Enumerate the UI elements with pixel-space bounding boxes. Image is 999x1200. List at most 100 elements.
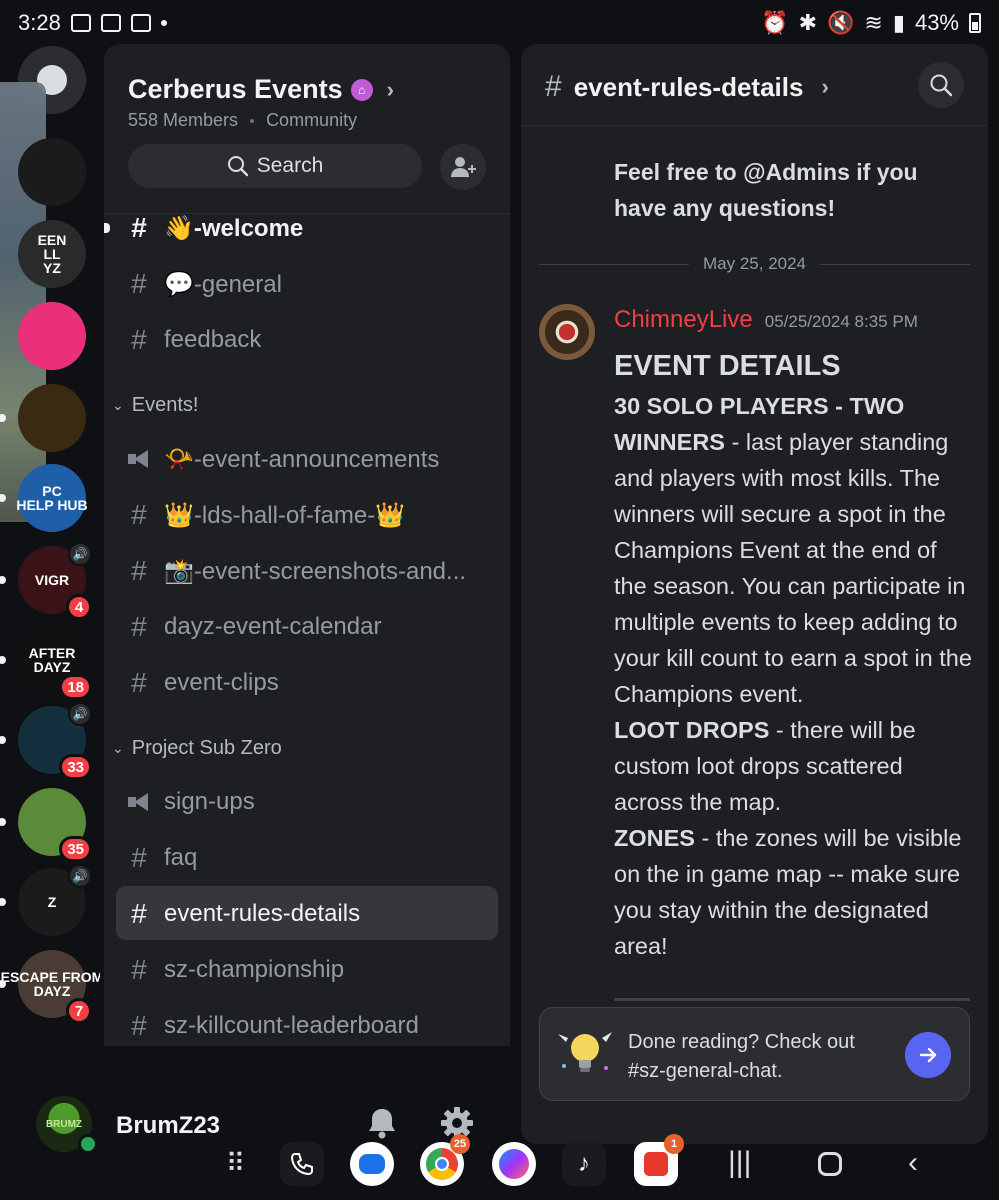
bluetooth-icon: ✱ — [798, 10, 817, 35]
mention-badge: 4 — [66, 594, 92, 620]
status-bar: 3:28 ⏰ ✱ 🔇 ≋ ▮ 43% — [0, 0, 999, 46]
system-nav-bar: ⠿ 25 ♪ 1 ||| ‹ — [0, 1134, 999, 1200]
server-icon-label: EEN LL YZ — [37, 232, 67, 276]
channel-label: 👑-lds-hall-of-fame-👑 — [164, 501, 406, 529]
search-button[interactable]: Search — [128, 144, 422, 188]
voice-active-icon: 🔊 — [68, 864, 92, 888]
twitch-icon — [100, 14, 121, 32]
search-icon — [930, 74, 953, 97]
hash-icon: # — [131, 898, 147, 929]
messenger-app-icon[interactable] — [492, 1142, 536, 1186]
server-icon-ghost-server[interactable] — [18, 138, 86, 206]
message-heading: EVENT DETAILS — [614, 350, 841, 382]
gallery-icon — [70, 14, 91, 32]
channel-feedback[interactable]: # feedback — [128, 318, 261, 362]
tiktok-app-icon[interactable]: ♪ — [562, 1142, 606, 1186]
server-icon-atom-server[interactable]: 🔊 33 — [18, 702, 92, 780]
author-name[interactable]: ChimneyLive — [614, 306, 753, 334]
chevron-down-icon: ⌄ — [112, 740, 124, 756]
channel-lds-hall-of-fame[interactable]: # 👑-lds-hall-of-fame-👑 — [128, 493, 405, 537]
notification-dot-icon — [160, 20, 167, 26]
mute-icon: 🔇 — [827, 10, 855, 35]
announcement-icon — [128, 793, 150, 811]
shop-app-icon[interactable]: 1 — [634, 1134, 684, 1186]
channel-event-screenshots[interactable]: # 📸-event-screenshots-and... — [128, 549, 466, 593]
server-icon-label: VIGR — [34, 572, 70, 588]
server-icon-vigr-server[interactable]: VIGR 🔊 4 — [18, 542, 92, 620]
next-channel-prompt[interactable]: Done reading? Check out #sz-general-chat… — [539, 1007, 970, 1101]
mention-badge: 35 — [59, 836, 92, 862]
channel-title-label: event-rules-details — [573, 71, 804, 102]
unread-indicator — [104, 223, 110, 233]
server-icon-zombie-server[interactable]: 35 — [18, 788, 92, 862]
hash-icon: # — [131, 268, 147, 299]
server-icon-escape-from-dayz[interactable]: ESCAPE FROM DAYZ 7 — [1, 950, 100, 1024]
server-icon-pc-help-hub[interactable]: PC HELP HUB — [16, 464, 88, 532]
channel-sz-championship[interactable]: # sz-championship — [128, 948, 344, 992]
server-icon-z-server[interactable]: Z 🔊 — [18, 864, 92, 936]
messages-app-icon[interactable] — [350, 1142, 394, 1186]
unread-server-indicator — [0, 736, 6, 744]
server-icon-after-dayz[interactable]: AFTER DAYZ 18 — [18, 626, 92, 700]
channel-label: 👋-welcome — [164, 214, 304, 242]
server-header[interactable]: Cerberus Events ⌂ › — [128, 74, 394, 105]
category-project-sub-zero[interactable]: ⌄ Project Sub Zero — [112, 737, 282, 760]
chat-search-button[interactable] — [918, 62, 964, 108]
hash-icon: # — [131, 555, 147, 586]
app-drawer-icon[interactable]: ⠿ — [226, 1148, 245, 1179]
channel-dayz-event-calendar[interactable]: # dayz-event-calendar — [128, 605, 381, 649]
message-body: EVENT DETAILS 30 SOLO PLAYERS - TWO WINN… — [614, 344, 974, 964]
hash-icon: # — [131, 324, 147, 355]
home-button[interactable] — [818, 1152, 842, 1176]
date-divider-label: May 25, 2024 — [703, 254, 807, 273]
channel-event-rules-details[interactable]: # event-rules-details — [128, 892, 360, 936]
hash-icon: # — [131, 842, 147, 873]
search-icon — [227, 156, 248, 177]
recent-apps-button[interactable]: ||| — [728, 1146, 751, 1180]
channel-sign-ups[interactable]: sign-ups — [128, 780, 255, 824]
channel-event-announcements[interactable]: 📯-event-announcements — [128, 437, 439, 481]
arrow-right-icon — [919, 1047, 937, 1063]
community-badge-icon: ⌂ — [350, 78, 373, 101]
app-root: 3:28 ⏰ ✱ 🔇 ≋ ▮ 43% EEN LL YZ PC HELP HUB V… — [0, 0, 999, 1200]
channel-label: event-clips — [164, 669, 279, 696]
embed-edge — [614, 998, 970, 1001]
youtube-icon — [130, 14, 151, 32]
author-avatar[interactable] — [539, 304, 595, 360]
server-icon-pink-heart-server[interactable] — [18, 302, 86, 370]
channel-label: sign-ups — [164, 788, 255, 815]
add-user-icon — [451, 157, 476, 177]
member-count: 558 Members — [128, 110, 239, 130]
server-icon-label: ESCAPE FROM DAYZ — [0, 969, 100, 999]
channel-general[interactable]: # 💬-general — [128, 262, 282, 306]
hash-icon: # — [131, 499, 147, 530]
chrome-badge: 25 — [450, 1134, 470, 1154]
channel-title[interactable]: # event-rules-details › — [545, 70, 829, 104]
hash-icon: # — [131, 212, 147, 243]
server-icon-green-hill-dayz[interactable]: EEN LL YZ — [18, 220, 86, 288]
message-paragraph-2: LOOT DROPS - there will be custom loot d… — [614, 717, 916, 815]
go-to-channel-button[interactable] — [905, 1032, 951, 1078]
chrome-app-icon[interactable]: 25 — [420, 1134, 470, 1186]
server-icon-label: PC HELP HUB — [16, 483, 88, 513]
channel-welcome[interactable]: # 👋-welcome — [128, 206, 303, 250]
channel-faq[interactable]: # faq — [128, 836, 197, 880]
channel-label: 💬-general — [164, 270, 282, 298]
chevron-right-icon: › — [821, 74, 829, 99]
alarm-icon: ⏰ — [761, 10, 789, 35]
category-events[interactable]: ⌄ Events! — [112, 394, 198, 417]
channel-sz-killcount-leaderboard[interactable]: # sz-killcount-leaderboard — [128, 1004, 419, 1046]
category-label: Events! — [131, 394, 199, 416]
search-label: Search — [256, 154, 324, 177]
channel-event-clips[interactable]: # event-clips — [128, 661, 279, 705]
phone-app-icon[interactable] — [280, 1142, 324, 1186]
channel-label: feedback — [164, 326, 262, 353]
unread-server-indicator — [0, 656, 6, 664]
server-type: Community — [266, 110, 358, 130]
meta-separator — [250, 118, 255, 123]
invite-button[interactable] — [440, 144, 486, 190]
server-icon-banana-gaming[interactable] — [18, 384, 86, 452]
unread-server-indicator — [0, 576, 6, 584]
hash-icon: # — [131, 954, 147, 985]
back-button[interactable]: ‹ — [908, 1146, 918, 1180]
